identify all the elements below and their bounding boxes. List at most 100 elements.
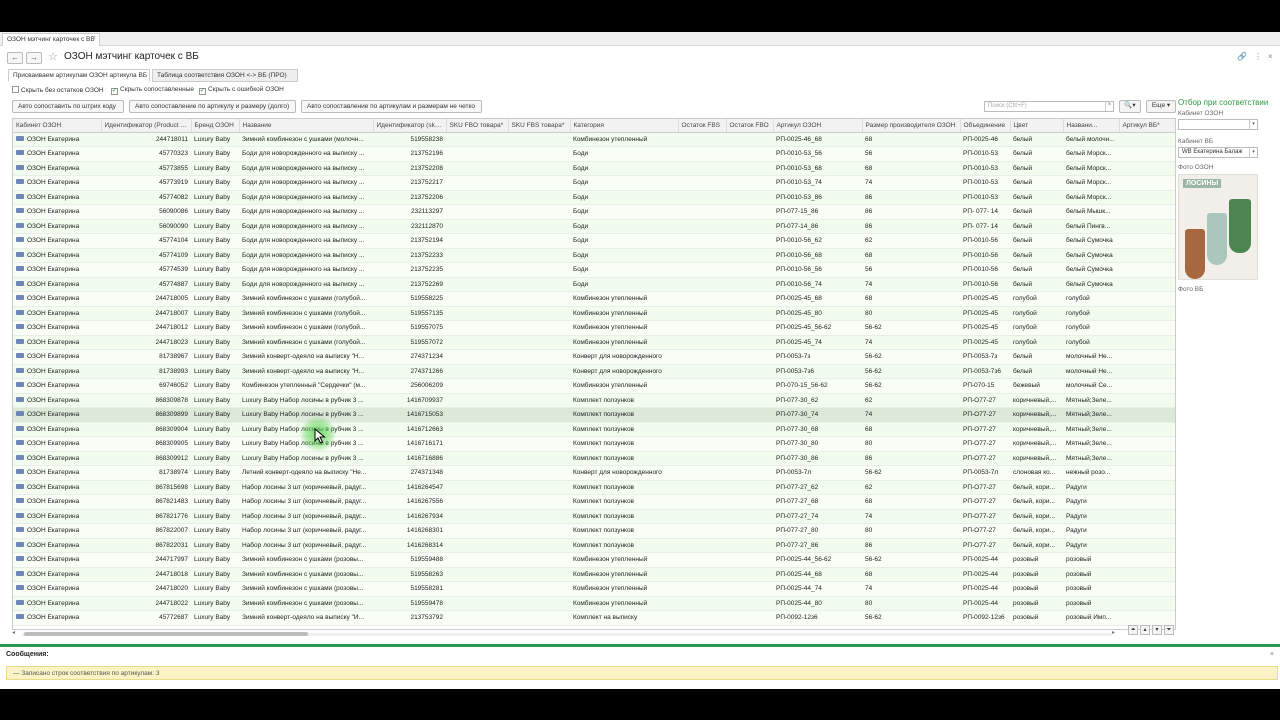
table-cell[interactable]: Зимний комбинезон с ушками (розовы... xyxy=(239,581,373,597)
table-cell[interactable]: 232113297 xyxy=(373,204,446,220)
table-cell[interactable]: 1416715053 xyxy=(373,407,446,423)
table-cell[interactable]: РП-0025-44 xyxy=(960,581,1010,597)
table-cell[interactable] xyxy=(726,248,773,263)
table-cell[interactable]: 213753792 xyxy=(373,610,446,626)
table-cell[interactable] xyxy=(726,204,773,220)
table-cell[interactable] xyxy=(1119,567,1175,582)
table-cell[interactable]: РП-О77-27 xyxy=(960,523,1010,539)
table-cell[interactable]: 1416267556 xyxy=(373,494,446,510)
table-cell[interactable]: Luxury Baby xyxy=(191,262,239,278)
table-cell[interactable]: Luxury Baby xyxy=(191,523,239,539)
table-cell[interactable] xyxy=(678,523,726,539)
first-row-icon[interactable]: ⏶ xyxy=(1128,625,1138,635)
table-cell[interactable]: коричневый,... xyxy=(1010,436,1063,452)
table-cell[interactable]: Luxury Baby xyxy=(191,132,239,147)
table-cell[interactable]: 68 xyxy=(862,494,960,510)
column-header[interactable]: Название xyxy=(239,119,374,133)
table-cell[interactable] xyxy=(508,219,570,234)
table-cell[interactable]: ОЗОН Екатерина xyxy=(13,190,101,205)
table-cell[interactable]: 213752194 xyxy=(373,233,446,249)
arrow-up-icon[interactable]: ▴ xyxy=(1140,625,1150,635)
table-cell[interactable]: РП-0010-53_56 xyxy=(773,146,862,162)
table-cell[interactable] xyxy=(508,349,570,365)
table-cell[interactable]: Боди для новорожденного на выписку ... xyxy=(239,277,373,292)
table-cell[interactable]: РП-О77-27 xyxy=(960,393,1010,408)
table-cell[interactable] xyxy=(508,610,570,626)
table-cell[interactable]: Luxury Baby xyxy=(191,161,239,176)
table-cell[interactable]: РП-О77-27 xyxy=(960,407,1010,423)
table-cell[interactable]: 68 xyxy=(862,422,960,437)
table-cell[interactable] xyxy=(1119,248,1175,263)
table-row[interactable]: ОЗОН Екатерина 244718005 Luxury Baby Зимний… xyxy=(13,291,1175,307)
column-header[interactable]: Остаток FBS xyxy=(678,119,727,133)
table-cell[interactable] xyxy=(446,204,508,220)
table-cell[interactable] xyxy=(678,465,726,481)
table-cell[interactable] xyxy=(1119,480,1175,495)
table-cell[interactable] xyxy=(508,306,570,321)
table-cell[interactable]: 867821776 xyxy=(101,509,191,524)
table-cell[interactable]: 232112870 xyxy=(373,219,446,234)
table-cell[interactable]: молочный Не... xyxy=(1063,364,1119,379)
table-cell[interactable]: 213752217 xyxy=(373,175,446,191)
table-cell[interactable] xyxy=(678,349,726,365)
table-cell[interactable]: Боди для новорожденного на выписку ... xyxy=(239,190,373,205)
table-cell[interactable] xyxy=(726,190,773,205)
table-row[interactable]: ОЗОН Екатерина 868309878 Luxury Baby Luxury… xyxy=(13,393,1175,408)
table-cell[interactable]: Боди для новорожденного на выписку ... xyxy=(239,248,373,263)
table-cell[interactable]: Luxury Baby xyxy=(191,306,239,321)
table-cell[interactable] xyxy=(678,248,726,263)
table-cell[interactable]: РП-0010-53_74 xyxy=(773,175,862,191)
table-cell[interactable]: Зимний комбинезон с ушками (розовы... xyxy=(239,596,373,611)
close-icon[interactable]: × xyxy=(1270,651,1274,658)
table-cell[interactable] xyxy=(726,538,773,553)
table-cell[interactable]: Боди xyxy=(570,161,678,176)
table-cell[interactable]: Набор лосины 3 шт (коричневый, радуг... xyxy=(239,509,373,524)
cab-wb-select[interactable]: WB Екатерина Балаж ▾ xyxy=(1178,147,1258,158)
table-cell[interactable]: ОЗОН Екатерина xyxy=(13,204,101,220)
table-cell[interactable]: 213752208 xyxy=(373,161,446,176)
table-cell[interactable] xyxy=(678,190,726,205)
table-cell[interactable]: Боди xyxy=(570,248,678,263)
table-cell[interactable]: РП-0010-56 xyxy=(960,262,1010,278)
table-cell[interactable] xyxy=(446,175,508,191)
table-cell[interactable]: ОЗОН Екатерина xyxy=(13,596,101,611)
table-cell[interactable]: Боди xyxy=(570,190,678,205)
table-cell[interactable]: 256006209 xyxy=(373,378,446,394)
table-cell[interactable]: розовый xyxy=(1063,581,1119,597)
table-cell[interactable]: белый xyxy=(1010,219,1063,234)
auto-match-fuzzy-button[interactable]: Авто сопоставление по артикулам и размер… xyxy=(301,100,482,113)
table-cell[interactable]: розовый xyxy=(1010,552,1063,568)
table-cell[interactable]: 519557135 xyxy=(373,306,446,321)
star-icon[interactable]: ☆ xyxy=(48,50,58,63)
table-row[interactable]: ОЗОН Екатерина 244718018 Luxury Baby Зимний… xyxy=(13,567,1175,582)
table-cell[interactable]: Мятный;Зеле... xyxy=(1063,393,1119,408)
table-cell[interactable]: РП-0053-7з6 xyxy=(960,364,1010,379)
table-cell[interactable]: 56-62 xyxy=(862,364,960,379)
table-cell[interactable] xyxy=(1119,596,1175,611)
search-input[interactable]: Поиск (Ctrl+F) × xyxy=(984,101,1114,112)
table-cell[interactable] xyxy=(1119,465,1175,481)
table-cell[interactable]: 74 xyxy=(862,407,960,423)
table-cell[interactable]: Luxury Baby xyxy=(191,596,239,611)
table-cell[interactable]: РП-О77-27 xyxy=(960,480,1010,495)
table-cell[interactable] xyxy=(508,190,570,205)
table-cell[interactable]: бежевый xyxy=(1010,378,1063,394)
table-cell[interactable]: Luxury Baby xyxy=(191,349,239,365)
table-cell[interactable]: голубой xyxy=(1010,291,1063,307)
table-cell[interactable]: РП-0010-56 xyxy=(960,248,1010,263)
table-cell[interactable]: 62 xyxy=(862,233,960,249)
table-cell[interactable]: РП- 077- 14 xyxy=(960,204,1010,220)
table-cell[interactable]: Комплект ползунков xyxy=(570,451,678,466)
table-cell[interactable]: ОЗОН Екатерина xyxy=(13,175,101,191)
table-cell[interactable]: 56-62 xyxy=(862,465,960,481)
table-cell[interactable]: 213752196 xyxy=(373,146,446,162)
tab-assign-articles[interactable]: Присваиваем артикулам ОЗОН артикула ВБ xyxy=(8,69,150,82)
table-cell[interactable] xyxy=(678,393,726,408)
table-cell[interactable]: Радуги xyxy=(1063,523,1119,539)
table-cell[interactable]: 519559488 xyxy=(373,552,446,568)
table-cell[interactable]: голубой xyxy=(1063,306,1119,321)
table-cell[interactable] xyxy=(1119,436,1175,452)
table-cell[interactable] xyxy=(678,451,726,466)
column-header[interactable]: Идентификатор (sku)* xyxy=(373,119,447,133)
table-cell[interactable]: Комбинезон утепленный xyxy=(570,378,678,394)
